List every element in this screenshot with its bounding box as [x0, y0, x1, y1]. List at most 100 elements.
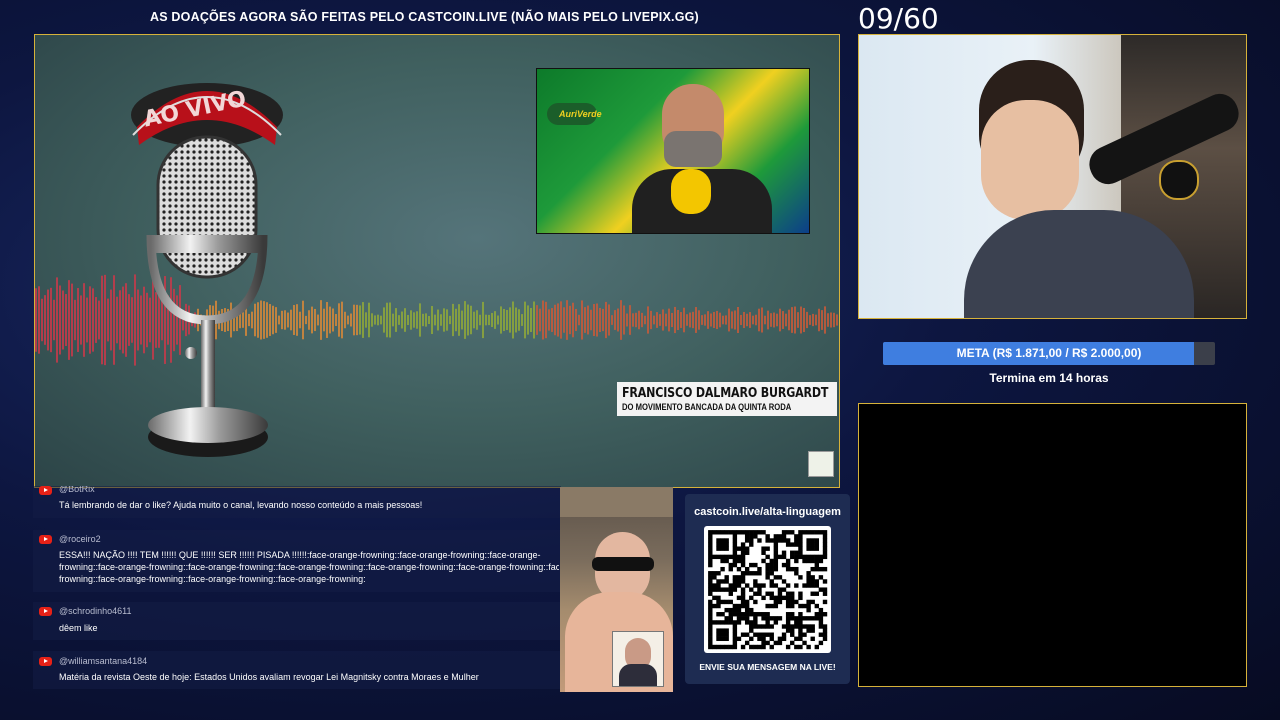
- qr-module: [777, 587, 783, 592]
- qr-module: [736, 583, 742, 588]
- chat-text-line: ESSA!!! NAÇÃO !!!! TEM !!!!!! QUE !!!!!!…: [59, 550, 541, 560]
- qr-module: [728, 530, 733, 535]
- waveform-bar: [485, 314, 487, 326]
- qr-module: [720, 644, 725, 650]
- qr-module: [790, 566, 795, 572]
- qr-module: [749, 571, 754, 576]
- qr-module: [724, 616, 729, 621]
- qr-module: [781, 538, 787, 543]
- waveform-bar: [299, 311, 301, 329]
- waveform-bar: [539, 308, 541, 332]
- counter: 09/60: [858, 2, 939, 35]
- waveform-bar: [374, 315, 376, 325]
- qr-module: [724, 558, 729, 564]
- qr-module: [720, 579, 725, 584]
- qr-module: [720, 546, 725, 551]
- qr-module: [822, 550, 828, 555]
- waveform-bar: [740, 314, 742, 326]
- qr-module: [794, 538, 799, 543]
- waveform-bar: [587, 305, 589, 335]
- qr-module: [781, 579, 787, 584]
- qr-module: [794, 599, 799, 605]
- qr-module: [810, 566, 815, 572]
- qr-module: [708, 628, 713, 633]
- qr-module: [732, 587, 738, 592]
- waveform-bar: [365, 312, 367, 328]
- qr-module: [740, 587, 746, 592]
- lower-third: FRANCISCO DALMARO BURGARDT DO MOVIMENTO …: [617, 382, 837, 416]
- qr-module: [732, 583, 738, 588]
- qr-module: [716, 599, 721, 605]
- waveform-bar: [56, 277, 58, 363]
- qr-module: [740, 595, 746, 601]
- qr-module: [773, 595, 779, 601]
- qr-module: [732, 624, 738, 629]
- qr-module: [769, 616, 774, 621]
- qr-module: [708, 632, 713, 637]
- waveform-bar: [110, 289, 112, 351]
- waveform-bar: [812, 313, 814, 327]
- qr-module: [802, 583, 807, 588]
- watermark-logo: [808, 451, 834, 477]
- qr-module: [761, 636, 766, 642]
- qr-module: [720, 566, 725, 572]
- qr-module: [744, 546, 750, 551]
- qr-module: [761, 546, 766, 551]
- waveform-bar: [92, 288, 94, 352]
- waveform-bar: [380, 315, 382, 325]
- qr-module: [761, 640, 766, 646]
- waveform-bar: [656, 312, 658, 328]
- waveform-bar: [599, 307, 601, 333]
- qr-module: [757, 644, 762, 650]
- qr-module: [728, 607, 733, 613]
- qr-module: [765, 554, 770, 560]
- waveform-bar: [635, 312, 637, 328]
- qr-module: [720, 530, 725, 535]
- chat-author: @roceiro2: [59, 534, 101, 544]
- qr-module: [806, 603, 811, 609]
- qr-module: [712, 644, 717, 650]
- waveform-bar: [506, 309, 508, 331]
- qr-module: [765, 546, 770, 551]
- waveform-bar: [401, 311, 403, 329]
- qr-module: [732, 607, 738, 613]
- qr-module: [720, 599, 725, 605]
- qr-module: [814, 546, 820, 551]
- qr-module: [740, 616, 746, 621]
- qr-module: [781, 534, 787, 539]
- qr-module: [757, 624, 762, 629]
- qr-module: [814, 562, 820, 568]
- qr-module: [761, 558, 766, 564]
- qr-module: [822, 542, 828, 547]
- waveform-bar: [770, 313, 772, 327]
- empty-panel: [858, 403, 1247, 687]
- chat-message: @BotRix Tá lembrando de dar o like? Ajud…: [33, 486, 561, 518]
- qr-module: [810, 579, 815, 584]
- waveform-bar: [437, 309, 439, 331]
- qr-module: [769, 558, 774, 564]
- qr-module: [757, 571, 762, 576]
- qr-module: [749, 538, 754, 543]
- qr-url[interactable]: castcoin.live/alta-linguagem: [685, 506, 850, 518]
- qr-module: [736, 554, 742, 560]
- chat-author: @schrodinho4611: [59, 606, 132, 616]
- qr-module: [749, 612, 754, 617]
- waveform-bar: [122, 286, 124, 354]
- qr-module: [744, 566, 750, 572]
- qr-module: [732, 542, 738, 547]
- qr-module: [708, 546, 713, 551]
- qr-module: [785, 624, 791, 629]
- qr-module: [794, 583, 799, 588]
- waveform-bar: [458, 304, 460, 336]
- waveform-bar: [470, 305, 472, 335]
- qr-module: [736, 612, 742, 617]
- qr-module: [814, 538, 820, 543]
- qr-module: [794, 616, 799, 621]
- qr-module: [732, 620, 738, 625]
- qr-module: [777, 554, 783, 560]
- qr-module: [716, 632, 721, 637]
- qr-module: [744, 583, 750, 588]
- qr-module: [744, 530, 750, 535]
- qr-module: [790, 542, 795, 547]
- waveform-bar: [440, 314, 442, 326]
